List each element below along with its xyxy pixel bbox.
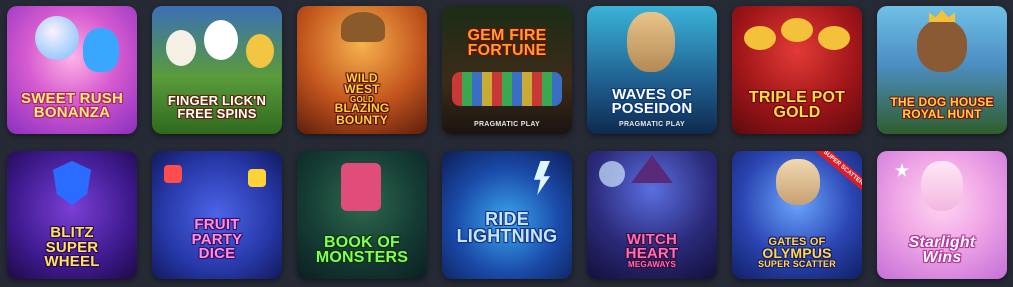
game-logo: Triple Pot Gold — [748, 88, 846, 121]
game-tile-gates-of-olympus-super-scatter[interactable]: SUPER SCATTER Gates of Olympus Super Sca… — [732, 151, 862, 279]
gumball-icon — [35, 16, 79, 60]
coin-pot-icon — [744, 26, 776, 50]
gems-icon — [452, 72, 562, 106]
dice-icon — [164, 165, 182, 183]
game-logo: Waves of Poseidon — [611, 85, 693, 117]
game-tile-witch-heart-megaways[interactable]: Witch Heart Megaways — [587, 151, 717, 279]
games-grid: Sweet Rush Bonanza Finger Lick'n Free Sp… — [7, 6, 1007, 279]
chicken-icon — [246, 34, 274, 68]
coin-pot-icon — [818, 26, 850, 50]
provider-label: PRAGMATIC PLAY — [618, 121, 686, 128]
game-tile-wild-west-gold-blazing-bounty[interactable]: Wild West Gold Blazing Bounty — [297, 6, 427, 134]
game-tile-fruit-party-dice[interactable]: Fruit Party Dice — [152, 151, 282, 279]
game-logo: Ride Lightning — [456, 208, 558, 246]
game-logo: Witch Heart Megaways — [625, 230, 679, 270]
dice-icon — [248, 169, 266, 187]
chicken-icon — [166, 30, 196, 66]
cowboy-icon — [341, 12, 385, 42]
zeus-icon — [776, 159, 820, 205]
game-tile-sweet-rush-bonanza[interactable]: Sweet Rush Bonanza — [7, 6, 137, 134]
game-tile-starlight-wins[interactable]: Starlight Wins — [877, 151, 1007, 279]
dog-icon — [917, 20, 967, 72]
game-logo: Starlight Wins — [908, 233, 976, 266]
game-tile-gem-fire-fortune[interactable]: Gem Fire Fortune PRAGMATIC PLAY — [442, 6, 572, 134]
game-logo: Book of Monsters — [315, 233, 409, 266]
chicken-icon — [204, 20, 238, 60]
game-artwork — [442, 6, 572, 134]
game-tile-triple-pot-gold[interactable]: Triple Pot Gold — [732, 6, 862, 134]
game-tile-blitz-super-wheel[interactable]: Blitz Super Wheel — [7, 151, 137, 279]
game-tile-ride-lightning[interactable]: Ride Lightning — [442, 151, 572, 279]
bear-icon — [83, 28, 119, 72]
fairy-icon — [921, 161, 963, 211]
provider-label: PRAGMATIC PLAY — [473, 121, 541, 128]
game-logo: Gem Fire Fortune — [467, 27, 547, 60]
game-logo: Sweet Rush Bonanza — [20, 89, 123, 121]
game-logo: The Dog House Royal Hunt — [890, 95, 994, 121]
moon-icon — [599, 161, 625, 187]
game-tile-finger-lickn-free-spins[interactable]: Finger Lick'n Free Spins — [152, 6, 282, 134]
coin-pot-icon — [781, 18, 813, 42]
game-tile-the-dog-house-royal-hunt[interactable]: The Dog House Royal Hunt — [877, 6, 1007, 134]
game-tile-waves-of-poseidon[interactable]: Waves of Poseidon PRAGMATIC PLAY — [587, 6, 717, 134]
game-logo: Finger Lick'n Free Spins — [167, 93, 267, 121]
game-logo: Blitz Super Wheel — [44, 224, 100, 270]
book-icon — [341, 163, 381, 211]
game-logo: Fruit Party Dice — [191, 216, 243, 262]
poseidon-icon — [627, 12, 675, 72]
game-logo: Wild West Gold Blazing Bounty — [334, 70, 390, 127]
game-logo: Gates of Olympus Super Scatter — [758, 235, 836, 270]
game-tile-book-of-monsters[interactable]: Book of Monsters — [297, 151, 427, 279]
